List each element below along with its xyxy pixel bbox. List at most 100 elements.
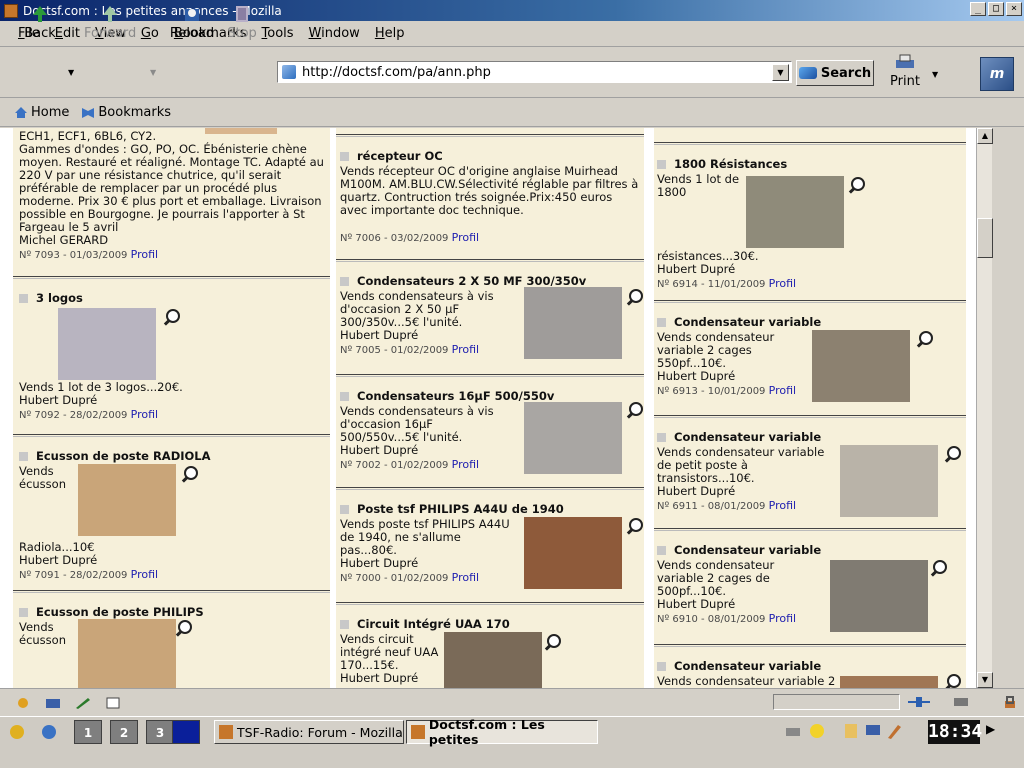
close-button[interactable]: × [1006, 2, 1022, 16]
ad-photo[interactable] [840, 445, 938, 517]
profil-link[interactable]: Profil [452, 458, 479, 471]
zoom-icon[interactable] [916, 331, 933, 349]
clock[interactable]: 18:34 [928, 720, 982, 744]
ad-photo[interactable] [524, 287, 622, 359]
address-book-icon[interactable] [104, 696, 122, 710]
bookmarks-button[interactable]: Bookmarks [81, 105, 171, 120]
printer-tray-icon[interactable] [784, 722, 802, 740]
profil-link[interactable]: Profil [131, 408, 158, 421]
home-button[interactable]: Home [14, 105, 69, 120]
ad-title-text: Poste tsf PHILIPS A44U de 1940 [357, 502, 564, 516]
zoom-icon[interactable] [544, 634, 561, 652]
search-button[interactable]: Search [796, 60, 874, 86]
scroll-thumb[interactable] [977, 218, 993, 258]
zoom-icon[interactable] [626, 402, 643, 420]
desktop-1[interactable]: 1 [74, 720, 102, 744]
ad-title[interactable]: Condensateur variable [657, 430, 963, 444]
bullet-icon [657, 159, 666, 169]
print-button[interactable]: Print [882, 52, 928, 94]
ad-title-text: Condensateur variable [674, 659, 822, 673]
back-button[interactable]: Back [14, 4, 66, 46]
forward-button[interactable]: Forward [84, 4, 136, 46]
zoom-icon[interactable] [626, 518, 643, 536]
menu-window[interactable]: Window [309, 26, 360, 41]
task-button-active[interactable]: Doctsf.com : Les petites [406, 717, 598, 747]
profil-link[interactable]: Profil [131, 568, 158, 581]
reload-button[interactable]: Reload [166, 4, 218, 46]
profil-link[interactable]: Profil [769, 277, 796, 290]
ad-title[interactable]: récepteur OC [340, 149, 640, 163]
quick-launch-icon[interactable] [38, 722, 60, 742]
desktop-active[interactable] [172, 720, 200, 744]
ad-photo[interactable] [524, 517, 622, 589]
composer-icon[interactable] [74, 696, 92, 710]
kde-menu-icon[interactable] [6, 722, 28, 742]
ad-photo[interactable] [746, 176, 844, 248]
ad-photo[interactable] [840, 676, 938, 688]
ad-title[interactable]: Ecusson de poste RADIOLA [13, 449, 330, 463]
url-field[interactable]: http://doctsf.com/pa/ann.php [277, 61, 792, 83]
online-status-icon[interactable] [906, 694, 932, 710]
security-info-icon[interactable] [952, 694, 970, 710]
ad-title[interactable]: Ecusson de poste PHILIPS [13, 605, 330, 619]
ad-title[interactable]: Circuit Intégré UAA 170 [340, 617, 640, 631]
scroll-down-icon[interactable]: ▼ [977, 672, 993, 688]
maximize-button[interactable]: □ [988, 2, 1004, 16]
minimize-button[interactable]: _ [970, 2, 986, 16]
ad-title[interactable]: Condensateurs 16µF 500/550v [340, 389, 640, 403]
ad-title[interactable]: Condensateur variable [657, 315, 963, 329]
profil-link[interactable]: Profil [452, 571, 479, 584]
url-dropdown-icon[interactable]: ▼ [772, 64, 789, 81]
vertical-scrollbar[interactable]: ▲ ▼ [976, 128, 993, 688]
taskbar-scroll-right-icon[interactable]: ▶ [986, 722, 995, 736]
menu-go[interactable]: Go [141, 26, 159, 41]
ad-title[interactable]: Condensateurs 2 X 50 MF 300/350v [340, 274, 640, 288]
zoom-icon[interactable] [930, 560, 947, 578]
forward-dropdown-icon[interactable]: ▼ [150, 68, 156, 77]
zoom-icon[interactable] [175, 620, 192, 638]
ad-photo[interactable] [78, 619, 176, 688]
profil-link[interactable]: Profil [769, 612, 796, 625]
ad-photo[interactable] [444, 632, 542, 688]
zoom-icon[interactable] [181, 466, 198, 484]
profil-link[interactable]: Profil [452, 231, 479, 244]
smiley-tray-icon[interactable] [808, 722, 826, 740]
mozilla-logo[interactable]: m [980, 57, 1014, 91]
scroll-up-icon[interactable]: ▲ [977, 128, 993, 144]
ad-photo[interactable] [58, 308, 156, 380]
profil-link[interactable]: Profil [452, 343, 479, 356]
zoom-icon[interactable] [848, 177, 865, 195]
zoom-icon[interactable] [163, 309, 180, 327]
mail-icon[interactable] [44, 696, 62, 710]
ad-photo[interactable] [78, 464, 176, 536]
ad-title[interactable]: 1800 Résistances [657, 157, 963, 171]
profil-link[interactable]: Profil [131, 248, 158, 261]
print-dropdown-icon[interactable]: ▼ [932, 70, 938, 79]
ad-title[interactable]: Poste tsf PHILIPS A44U de 1940 [340, 502, 640, 516]
ad-photo[interactable] [812, 330, 910, 402]
desktop-3[interactable]: 3 [146, 720, 174, 744]
monitor-tray-icon[interactable] [864, 722, 882, 740]
profil-link[interactable]: Profil [769, 384, 796, 397]
ad-title[interactable]: Condensateur variable [657, 543, 963, 557]
ad-title-text: 1800 Résistances [674, 157, 788, 171]
ad-title[interactable]: Condensateur variable [657, 659, 963, 673]
desktop-2[interactable]: 2 [110, 720, 138, 744]
profil-link[interactable]: Profil [769, 499, 796, 512]
back-dropdown-icon[interactable]: ▼ [68, 68, 74, 77]
edit-tray-icon[interactable] [886, 722, 904, 740]
ad-number-date: Nº 6911 - 08/01/2009 [657, 501, 766, 512]
menu-tools[interactable]: Tools [262, 26, 294, 41]
ad-photo[interactable] [524, 402, 622, 474]
zoom-icon[interactable] [944, 674, 961, 688]
stop-button[interactable]: Stop [220, 4, 264, 46]
klipper-tray-icon[interactable] [842, 722, 860, 740]
task-button[interactable]: TSF-Radio: Forum - Mozilla [214, 720, 404, 744]
navigator-icon[interactable] [14, 696, 32, 710]
menu-help[interactable]: Help [375, 26, 405, 41]
zoom-icon[interactable] [944, 446, 961, 464]
lock-icon[interactable] [1002, 694, 1018, 710]
ad-title[interactable]: 3 logos [13, 291, 330, 305]
zoom-icon[interactable] [626, 289, 643, 307]
ad-photo[interactable] [830, 560, 928, 632]
